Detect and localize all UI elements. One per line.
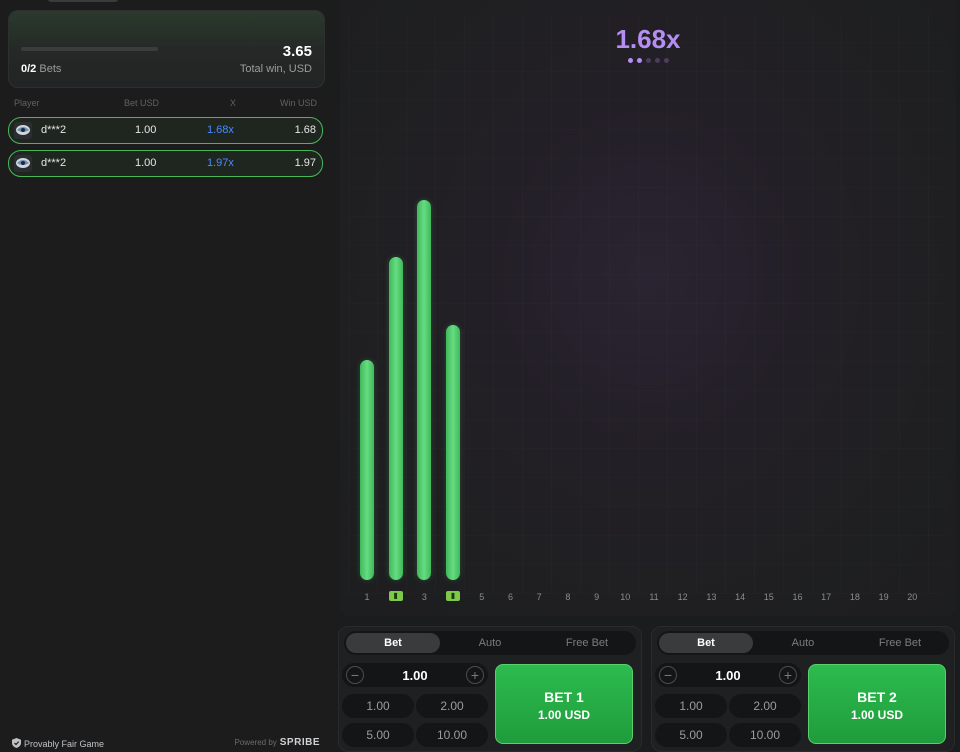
column-label: 17 <box>821 592 832 602</box>
column-label: 1 <box>364 592 370 602</box>
bet-button-title: BET 2 <box>857 689 897 705</box>
bet-amount-stepper: −1.00 + <box>655 663 801 687</box>
column-bar <box>360 360 374 580</box>
total-win-value: 3.65 <box>282 43 312 60</box>
row-win: 1.68 <box>294 124 316 136</box>
row-multiplier: 1.97x <box>207 157 234 169</box>
table-row: d***2 1.00 1.97x 1.97 <box>8 150 323 177</box>
avatar-icon <box>14 155 32 172</box>
tab-free-bet[interactable]: Free Bet <box>853 633 947 653</box>
bet-mode-tabs: Bet Auto Free Bet <box>657 631 949 655</box>
header-player: Player <box>14 98 40 108</box>
tab-bet[interactable]: Bet <box>659 633 753 653</box>
column-label: 7 <box>536 592 542 602</box>
bet-panel-1: Bet Auto Free Bet −1.00 + 1.00 2.00 5.00 10.00 BE… <box>338 626 642 752</box>
header-bet: Bet USD <box>124 98 160 108</box>
quick-amount-chip[interactable]: 5.00 <box>342 723 414 747</box>
column-label: 14 <box>735 592 746 602</box>
bets-count-label: Bets <box>39 63 62 75</box>
column-bar <box>388 257 403 580</box>
table-row: d***2 1.00 1.68x 1.68 <box>8 117 323 144</box>
progress-dot <box>654 58 660 63</box>
column-label: 16 <box>792 592 803 602</box>
tab-auto[interactable]: Auto <box>756 633 850 653</box>
bet-button[interactable]: BET 1 1.00 USD <box>495 664 633 744</box>
progress-dot <box>636 58 642 63</box>
column-label: 3 <box>421 592 427 602</box>
tab-bet[interactable]: Bet <box>346 633 440 653</box>
bet-button-amount: 1.00 USD <box>850 708 904 722</box>
provably-fair-label: Provably Fair Game <box>24 739 105 749</box>
quick-amount-chip[interactable]: 2.00 <box>416 694 488 718</box>
column-marker-icon: ▮ <box>446 591 461 601</box>
quick-amount-chip[interactable]: 10.00 <box>416 723 488 747</box>
column-label: 8 <box>565 592 571 602</box>
column-label: 19 <box>878 592 889 602</box>
progress-dot <box>663 58 669 63</box>
bet-button-amount: 1.00 USD <box>537 708 591 722</box>
column-bar <box>446 325 461 580</box>
column-label: 11 <box>649 592 659 602</box>
plus-icon[interactable]: + <box>779 666 797 684</box>
column-label: 15 <box>763 592 774 602</box>
tab-free-bet[interactable]: Free Bet <box>540 633 634 653</box>
provably-fair-link[interactable]: Provably Fair Game <box>12 738 104 749</box>
bets-table-header: Player Bet USD X Win USD <box>8 98 319 112</box>
column-bar <box>417 200 432 580</box>
column-label: 5 <box>479 592 485 602</box>
current-multiplier: 1.68x <box>615 24 681 54</box>
row-player: d***2 <box>41 157 67 169</box>
powered-by-label: Powered by <box>234 738 277 747</box>
row-bet: 1.00 <box>135 157 157 169</box>
column-label: 13 <box>706 592 717 602</box>
powered-by: Powered by SPRIBE <box>235 737 320 748</box>
summary-progress-bar <box>21 47 158 51</box>
avatar-icon <box>14 122 32 139</box>
column-label: 12 <box>677 592 688 602</box>
spribe-logo: SPRIBE <box>279 737 320 748</box>
game-board: 1.68x 1 ▮ 3 ▮ 5 6 7 8 9 10 11 12 13 14 15 16 17 18 19 20 <box>340 0 956 616</box>
tab-auto[interactable]: Auto <box>443 633 537 653</box>
column-marker-icon: ▮ <box>388 591 403 601</box>
bets-count-value: 0/2 <box>21 63 37 75</box>
round-progress-dots <box>340 58 956 63</box>
quick-amount-chip[interactable]: 5.00 <box>655 723 727 747</box>
summary-card: 0/2 Bets 3.65 Total win, USD <box>8 10 325 88</box>
total-win-label: Total win, USD <box>239 63 312 75</box>
quick-amount-chip[interactable]: 10.00 <box>729 723 801 747</box>
bet-amount-stepper: −1.00 + <box>342 663 488 687</box>
header-win: Win USD <box>279 98 317 108</box>
row-bet: 1.00 <box>135 124 157 136</box>
quick-amount-chip[interactable]: 1.00 <box>342 694 414 718</box>
quick-amount-chip[interactable]: 2.00 <box>729 694 801 718</box>
row-player: d***2 <box>41 124 67 136</box>
column-label: 6 <box>507 592 513 602</box>
plus-icon[interactable]: + <box>466 666 484 684</box>
row-win: 1.97 <box>294 157 316 169</box>
bets-sidebar: 0/2 Bets 3.65 Total win, USD Player Bet … <box>0 0 332 750</box>
column-label: 18 <box>849 592 860 602</box>
column-label: 9 <box>594 592 600 602</box>
sidebar-tab-indicator[interactable] <box>48 0 118 2</box>
bet-button[interactable]: BET 2 1.00 USD <box>808 664 946 744</box>
progress-dot <box>645 58 651 63</box>
shield-icon <box>12 738 21 748</box>
bet-button-title: BET 1 <box>544 689 584 705</box>
bet-mode-tabs: Bet Auto Free Bet <box>344 631 636 655</box>
bet-panel-2: Bet Auto Free Bet −1.00 + 1.00 2.00 5.00 10.00 BE… <box>651 626 955 752</box>
row-multiplier: 1.68x <box>207 124 234 136</box>
column-label: 20 <box>907 592 918 602</box>
quick-amount-chip[interactable]: 1.00 <box>655 694 727 718</box>
column-label: 10 <box>620 592 631 602</box>
progress-dot <box>627 58 633 63</box>
board-grid <box>348 14 948 594</box>
header-x: X <box>230 98 237 108</box>
summary-bets-count: 0/2 Bets <box>21 63 61 75</box>
